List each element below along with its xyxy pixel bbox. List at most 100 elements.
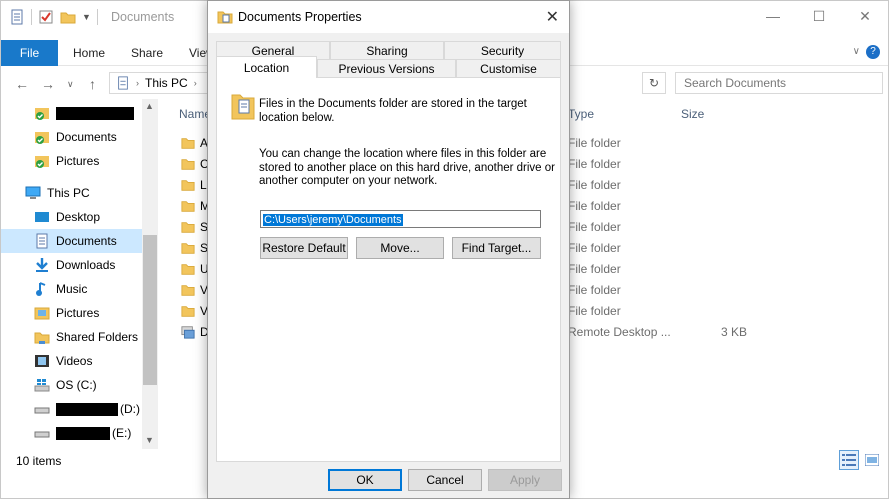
nav-item-shared-folders[interactable]: Shared Folders — [1, 325, 143, 349]
details-view-icon[interactable] — [839, 450, 859, 470]
nav-item-this-pc[interactable]: This PC — [1, 181, 143, 205]
ok-button[interactable]: OK — [328, 469, 402, 491]
file-type: File folder — [568, 262, 621, 276]
restore-default-button[interactable]: Restore Default — [260, 237, 348, 259]
scrollbar-thumb[interactable] — [143, 235, 157, 385]
pictures-pinned-icon — [35, 156, 49, 168]
up-arrow-icon[interactable]: ↑ — [89, 76, 96, 92]
nav-item-quick-pictures[interactable]: Pictures — [1, 149, 143, 173]
address-bar[interactable]: › This PC › — [109, 72, 209, 94]
nav-item-documents[interactable]: Documents — [1, 229, 143, 253]
expand-ribbon-icon[interactable]: ∨ — [853, 46, 860, 57]
nav-item-pictures[interactable]: Pictures — [1, 301, 143, 325]
nav-item-redacted[interactable] — [1, 101, 143, 125]
file-type: File folder — [568, 220, 621, 234]
file-type: Remote Desktop ... — [568, 325, 671, 339]
computer-icon — [25, 186, 41, 199]
back-arrow-icon[interactable]: ← — [15, 76, 29, 92]
nav-item-quick-documents[interactable]: Documents — [1, 125, 143, 149]
file-size: 3 KB — [721, 325, 748, 339]
nav-item-drive-e[interactable]: (E:) — [1, 421, 143, 445]
nav-label: Downloads — [56, 258, 116, 272]
quick-access-toolbar: ▼ — [9, 9, 98, 25]
info-line: stored to another place on this hard dri… — [259, 161, 555, 174]
nav-item-os-c[interactable]: OS (C:) — [1, 373, 143, 397]
nav-item-downloads[interactable]: Downloads — [1, 253, 143, 277]
drive-icon — [34, 431, 50, 438]
documents-icon — [36, 233, 48, 249]
breadcrumb-this-pc[interactable]: This PC — [145, 76, 188, 90]
redacted-label — [56, 402, 118, 416]
customize-toolbar-icon[interactable]: ▼ — [82, 12, 91, 22]
nav-label: Documents — [56, 234, 117, 248]
nav-item-videos[interactable]: Videos — [1, 349, 143, 373]
tab-security[interactable]: Security — [444, 41, 561, 60]
move-button[interactable]: Move... — [356, 237, 444, 259]
nav-label: Documents — [56, 130, 117, 144]
tab-home[interactable]: Home — [73, 46, 105, 60]
large-icons-view-icon[interactable] — [862, 450, 882, 470]
properties-icon[interactable] — [38, 9, 54, 25]
close-icon[interactable]: ✕ — [842, 1, 888, 31]
new-folder-icon[interactable] — [60, 9, 76, 25]
refresh-icon[interactable]: ↻ — [642, 72, 666, 94]
info-line: another computer on your network. — [259, 175, 438, 187]
folder-icon — [181, 243, 195, 254]
help-icon[interactable]: ? — [866, 45, 880, 59]
nav-label: (D:) — [120, 402, 140, 416]
breadcrumb-chevron-icon[interactable]: › — [194, 78, 197, 88]
cancel-button[interactable]: Cancel — [408, 469, 482, 491]
properties-dialog: Documents Properties ✕ General Sharing S… — [207, 0, 570, 499]
pictures-icon — [34, 307, 50, 320]
find-target-button[interactable]: Find Target... — [452, 237, 541, 259]
breadcrumb-chevron-icon[interactable]: › — [136, 78, 139, 88]
scroll-up-icon[interactable]: ▲ — [145, 101, 154, 111]
nav-label: Music — [56, 282, 88, 296]
file-type: File folder — [568, 241, 621, 255]
music-note-icon — [36, 282, 46, 296]
tab-location[interactable]: Location — [216, 56, 317, 78]
toolbar-separator — [31, 9, 32, 25]
nav-item-music[interactable]: Music — [1, 277, 143, 301]
documents-icon — [118, 76, 128, 90]
minimize-icon[interactable]: — — [750, 1, 796, 31]
tab-share[interactable]: Share — [131, 46, 163, 60]
nav-item-desktop[interactable]: Desktop — [1, 205, 143, 229]
nav-label: Pictures — [56, 154, 100, 168]
nav-label: Desktop — [56, 210, 101, 224]
dialog-title: Documents Properties — [238, 10, 362, 24]
info-line: Files in the Documents folder are stored… — [259, 98, 527, 110]
tab-sharing[interactable]: Sharing — [330, 41, 444, 60]
documents-icon — [11, 9, 23, 25]
folder-icon — [181, 264, 195, 275]
column-header-type[interactable]: Type — [568, 107, 594, 121]
nav-label: Pictures — [56, 306, 100, 320]
file-type: File folder — [568, 199, 621, 213]
navigation-scrollbar[interactable]: ▲ ▼ — [142, 99, 158, 449]
column-header-size[interactable]: Size — [681, 107, 704, 121]
folder-icon — [181, 285, 195, 296]
search-input[interactable]: Search Documents — [675, 72, 883, 94]
folder-icon — [181, 222, 195, 233]
documents-folder-icon — [231, 94, 255, 120]
scroll-down-icon[interactable]: ▼ — [145, 435, 154, 445]
toolbar-separator — [96, 9, 98, 25]
maximize-icon[interactable]: ☐ — [796, 1, 842, 31]
folder-icon — [181, 306, 195, 317]
dialog-titlebar: Documents Properties ✕ — [208, 1, 569, 33]
remote-desktop-file-icon — [181, 326, 195, 339]
tab-customise[interactable]: Customise — [456, 59, 561, 78]
apply-button[interactable]: Apply — [488, 469, 562, 491]
windows-drive-icon — [34, 379, 50, 392]
recent-locations-icon[interactable]: ∨ — [67, 79, 74, 90]
tab-file[interactable]: File — [1, 40, 58, 66]
location-panel — [216, 77, 561, 462]
navigation-pane: Documents Pictures This PC Desktop Docum… — [1, 99, 159, 449]
item-count: 10 items — [16, 454, 62, 468]
nav-item-drive-d[interactable]: (D:) — [1, 397, 143, 421]
window-title: Documents — [111, 10, 175, 24]
close-icon[interactable]: ✕ — [546, 7, 559, 27]
tab-previous-versions[interactable]: Previous Versions — [317, 59, 456, 78]
forward-arrow-icon[interactable]: → — [41, 76, 55, 92]
location-path-field[interactable]: C:\Users\jeremy\Documents — [260, 210, 541, 228]
